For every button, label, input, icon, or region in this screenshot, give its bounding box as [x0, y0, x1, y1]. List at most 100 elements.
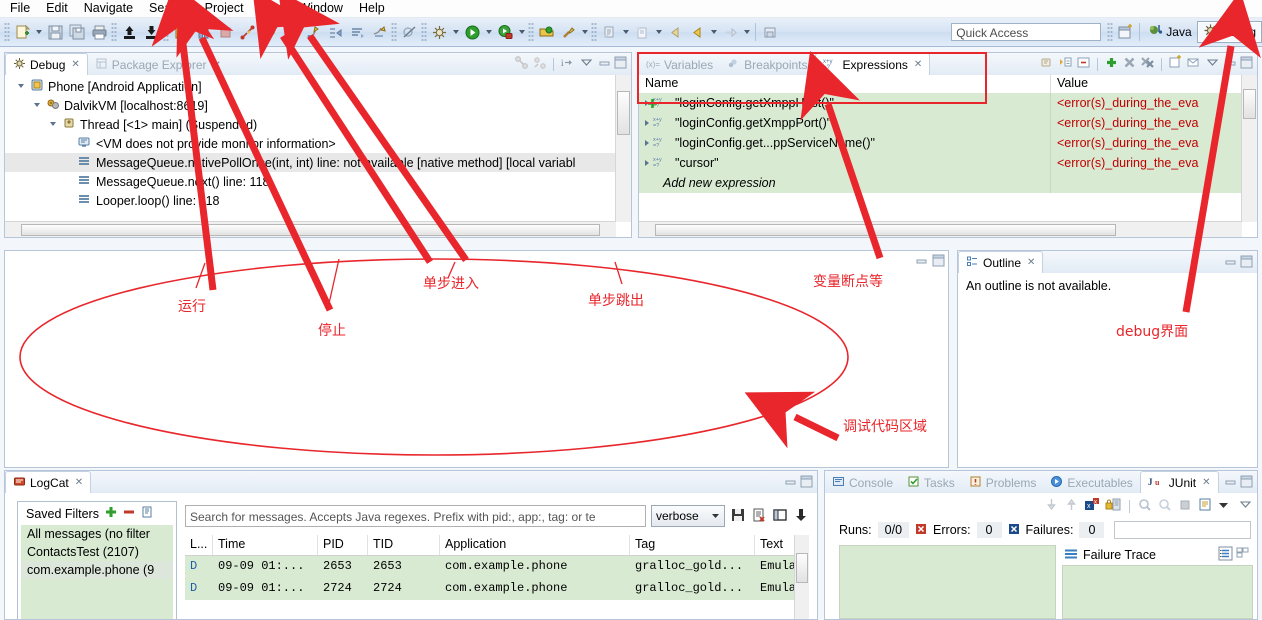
expression-row[interactable]: x+y =? "loginConfig.getXmppPort()" <error… [639, 113, 1241, 133]
expression-name-cell[interactable]: x+y =? "loginConfig.getXmppPort()" [639, 113, 1051, 133]
edit-expression-icon[interactable] [1186, 55, 1201, 73]
maximize-icon[interactable] [1240, 255, 1253, 271]
clear-log-icon[interactable] [751, 507, 767, 526]
show-logical-structure-icon[interactable] [1040, 55, 1055, 73]
saved-filters-empty-area[interactable] [21, 579, 173, 619]
next-annotation-dropdown-icon[interactable] [620, 21, 631, 43]
menu-item-navigate[interactable]: Navigate [76, 0, 141, 17]
save-all-icon[interactable] [66, 21, 88, 43]
scroll-lock-icon[interactable] [793, 507, 809, 526]
logcat-row[interactable]: D 09-09 01:... 2724 2724 com.example.pho… [185, 578, 809, 600]
log-level-select[interactable]: verbose [651, 505, 725, 527]
debug-dropdown-icon[interactable] [450, 21, 461, 43]
minimize-icon[interactable] [915, 254, 928, 270]
view-menu-icon[interactable] [1206, 57, 1219, 71]
junit-test-tree[interactable] [839, 545, 1056, 619]
terminate-icon[interactable] [214, 21, 236, 43]
vscroll-thumb[interactable] [617, 91, 630, 135]
expression-row[interactable]: x+y =? "cursor" <error(s)_during_the_eva [639, 153, 1241, 173]
menu-item-search[interactable]: Search [141, 0, 197, 17]
export-icon[interactable] [118, 21, 140, 43]
maximize-icon[interactable] [800, 475, 813, 491]
logcat-table[interactable]: L... Time PID TID Application Tag Text D… [185, 535, 809, 619]
tree-row-stack-frame[interactable]: Looper.loop() line: 118 [5, 191, 615, 210]
lock-icon[interactable] [1105, 497, 1121, 515]
debug-tree-vscrollbar[interactable] [615, 75, 631, 222]
expressions-value-hscrollbar[interactable] [1132, 221, 1242, 237]
close-icon[interactable]: ✕ [71, 59, 79, 70]
column-header-level[interactable]: L... [185, 535, 213, 555]
next-edit-dropdown-icon[interactable] [741, 21, 752, 43]
expression-name-cell[interactable]: x+y =? "loginConfig.getXmppHost()" [639, 93, 1051, 113]
menu-item-window[interactable]: Window [291, 0, 351, 17]
tab-variables[interactable]: (x)= Variables [639, 55, 720, 75]
view-menu-icon[interactable] [580, 57, 593, 71]
minimize-icon[interactable] [1224, 475, 1237, 491]
next-edit-icon[interactable] [719, 21, 741, 43]
disconnect-icon[interactable] [236, 21, 258, 43]
save-log-icon[interactable] [730, 507, 746, 526]
print-icon[interactable] [88, 21, 110, 43]
tab-problems[interactable]: Problems [962, 473, 1044, 493]
saved-filter-item[interactable]: com.example.phone (9 [21, 561, 173, 579]
import-icon[interactable] [140, 21, 162, 43]
column-header-tid[interactable]: TID [368, 535, 440, 555]
tree-row-launch[interactable]: Phone [Android Application] [5, 77, 615, 96]
toolbar-drag-handle[interactable] [4, 22, 10, 42]
save-icon[interactable] [44, 21, 66, 43]
tab-junit[interactable]: Ju JUnit ✕ [1139, 471, 1219, 493]
resume-icon[interactable] [170, 21, 192, 43]
column-header-pid[interactable]: PID [318, 535, 368, 555]
expression-name-cell[interactable]: x+y =? "loginConfig.get...ppServiceName()… [639, 133, 1051, 153]
tab-tasks[interactable]: Tasks [900, 473, 962, 493]
perspective-bar-handle[interactable] [1107, 22, 1114, 42]
rerun-failed-icon[interactable] [1158, 497, 1173, 515]
close-icon[interactable]: ✕ [1202, 477, 1210, 488]
quick-access-input[interactable]: Quick Access [951, 23, 1102, 41]
remove-all-icon[interactable] [1140, 55, 1155, 73]
column-header-tag[interactable]: Tag [630, 535, 755, 555]
menu-item-help[interactable]: Help [351, 0, 393, 17]
stop-icon[interactable] [1178, 497, 1193, 515]
tab-package-explorer[interactable]: Package Explorer ✕ [88, 55, 228, 75]
new-wizard-icon[interactable] [11, 21, 33, 43]
column-header-value[interactable]: Value [1051, 75, 1257, 93]
hscroll-thumb[interactable] [21, 224, 600, 236]
back-icon[interactable] [664, 21, 686, 43]
column-header-name[interactable]: Name [639, 75, 1051, 93]
remove-terminated-icon[interactable] [532, 55, 547, 73]
skip-all-breakpoints-icon[interactable] [398, 21, 420, 43]
expression-row[interactable]: x+y =? "loginConfig.getXmppHost()" <error… [639, 93, 1241, 113]
failure-trace-body[interactable] [1062, 565, 1253, 619]
maximize-icon[interactable] [932, 254, 945, 270]
perspective-java[interactable]: Java [1143, 22, 1196, 42]
tab-debug[interactable]: Debug ✕ [5, 53, 88, 75]
expression-add-row[interactable]: Add new expression [639, 99, 1241, 193]
step-filters-icon[interactable]: i [560, 55, 575, 73]
maximize-icon[interactable] [1240, 475, 1253, 491]
close-icon[interactable]: ✕ [75, 477, 83, 488]
display-view-icon[interactable] [772, 507, 788, 526]
collapse-all-icon[interactable] [1058, 55, 1073, 73]
debug-tree[interactable]: Phone [Android Application] DalvikVM [lo… [5, 75, 631, 237]
forward-icon[interactable] [686, 21, 708, 43]
toolbar-group-handle-3[interactable] [391, 22, 397, 42]
logcat-vscrollbar[interactable] [794, 535, 809, 619]
tree-row-stack-frame-selected[interactable]: MessageQueue.nativePollOnce(int, int) li… [5, 153, 615, 172]
step-return-icon[interactable] [302, 21, 324, 43]
logcat-row[interactable]: D 09-09 01:... 2653 2653 com.example.pho… [185, 556, 809, 578]
open-perspective-icon[interactable] [1114, 21, 1136, 43]
column-header-time[interactable]: Time [213, 535, 318, 555]
perspective-debug[interactable]: Debug [1196, 21, 1262, 43]
search-icon[interactable] [557, 21, 579, 43]
tab-executables[interactable]: Executables [1043, 473, 1139, 493]
expressions-hscrollbar[interactable] [639, 221, 1132, 237]
add-icon[interactable] [1104, 55, 1119, 73]
close-icon[interactable]: ✕ [914, 59, 922, 70]
tab-console[interactable]: Console [825, 473, 900, 493]
step-into-icon[interactable] [258, 21, 280, 43]
tree-row-monitor[interactable]: <VM does not provide monitor information… [5, 134, 615, 153]
minimize-icon[interactable] [598, 56, 611, 72]
disconnect-all-icon[interactable] [514, 55, 529, 73]
expressions-vscrollbar[interactable] [1241, 75, 1257, 222]
